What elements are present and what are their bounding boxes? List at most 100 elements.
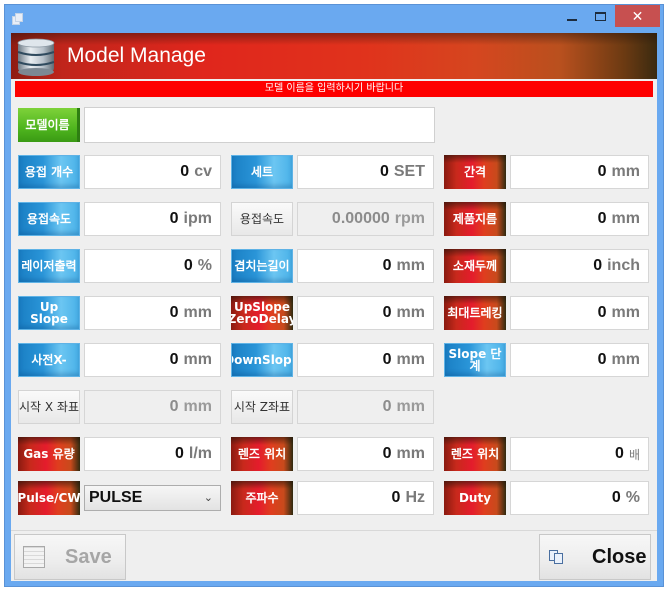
param-field[interactable]: 0 mm xyxy=(84,343,221,377)
param-unit: mm xyxy=(396,351,425,368)
param-field[interactable]: 0 mm xyxy=(297,249,434,283)
param-value: 0 xyxy=(379,163,389,180)
param-value: 0 xyxy=(169,351,179,368)
param-label-text: 시작 X 좌표 xyxy=(19,400,80,414)
param-label[interactable]: 겹치는길이 xyxy=(231,249,293,283)
param-value: 0 xyxy=(597,163,607,180)
param-unit: mm xyxy=(183,398,212,415)
param-field: 0 mm xyxy=(84,390,221,424)
param-label[interactable]: DownSlope xyxy=(231,343,293,377)
param-label[interactable]: 렌즈 위치 xyxy=(444,437,506,471)
window-close-button[interactable]: ✕ xyxy=(615,5,660,27)
param-value: 0 xyxy=(382,445,392,462)
minimize-button[interactable] xyxy=(559,5,585,27)
param-label[interactable]: 간격 xyxy=(444,155,506,189)
param-label[interactable]: 용접속도 xyxy=(18,202,80,236)
param-field[interactable]: 0 ipm xyxy=(84,202,221,236)
param-label-text: 용접속도 xyxy=(26,212,72,226)
param-label[interactable]: 렌즈 위치 xyxy=(231,437,293,471)
param-unit: mm xyxy=(396,257,425,274)
param-label-text: DownSlope xyxy=(232,353,292,367)
duty-field[interactable]: 0 % xyxy=(510,481,649,515)
param-unit: SET xyxy=(393,163,425,180)
param-label[interactable]: 제품지름 xyxy=(444,202,506,236)
frequency-label[interactable]: 주파수 xyxy=(231,481,293,515)
warning-message: 모델 이름을 입력하시기 바랍니다 xyxy=(15,81,653,97)
param-label[interactable]: 사전X- xyxy=(18,343,80,377)
pulse-cw-label[interactable]: Pulse/CW xyxy=(18,481,80,515)
param-unit: mm xyxy=(611,351,640,368)
param-field[interactable]: 0 mm xyxy=(297,296,434,330)
param-field[interactable]: 0 mm xyxy=(510,155,649,189)
chevron-down-icon: ⌄ xyxy=(203,492,213,504)
param-label-text: Slope 단계 xyxy=(448,347,502,373)
param-field[interactable]: 0배 xyxy=(510,437,649,471)
param-value: 0 xyxy=(597,351,607,368)
param-field[interactable]: 0 SET xyxy=(297,155,434,189)
param-value: 0 xyxy=(169,304,179,321)
param-field[interactable]: 0 mm xyxy=(297,437,434,471)
param-unit: l/m xyxy=(188,445,212,462)
param-field[interactable]: 0% xyxy=(84,249,221,283)
param-label[interactable]: 용접 개수 xyxy=(18,155,80,189)
title-bar[interactable]: ✕ xyxy=(5,5,663,33)
database-icon xyxy=(17,38,55,76)
param-field: 0 mm xyxy=(297,390,434,424)
param-label[interactable]: 시작 X 좌표 xyxy=(18,390,80,424)
param-label-text: 소재두께 xyxy=(452,259,498,273)
frequency-field[interactable]: 0 Hz xyxy=(297,481,434,515)
param-unit: inch xyxy=(607,257,640,274)
model-name-label[interactable]: 모델이름 xyxy=(18,108,80,142)
param-label[interactable]: 시작 Z좌표 xyxy=(231,390,293,424)
param-field[interactable]: 0 cv xyxy=(84,155,221,189)
param-field[interactable]: 0 mm xyxy=(510,296,649,330)
maximize-button[interactable] xyxy=(587,5,613,27)
param-unit: mm xyxy=(183,351,212,368)
param-unit: % xyxy=(197,257,212,274)
param-label[interactable]: Gas 유량 xyxy=(18,437,80,471)
param-label-text: Up Slope xyxy=(30,300,68,326)
table-icon xyxy=(23,546,45,568)
param-value: 0 xyxy=(183,257,193,274)
param-field[interactable]: 0 mm xyxy=(510,202,649,236)
param-label[interactable]: 레이저출력 xyxy=(18,249,80,283)
param-value: 0 xyxy=(615,445,624,462)
param-label-text: 사전X- xyxy=(31,353,67,367)
param-label[interactable]: 소재두께 xyxy=(444,249,506,283)
param-label-text: 레이저출력 xyxy=(21,259,77,273)
param-label-text: 간격 xyxy=(463,165,487,179)
app-icon xyxy=(12,13,24,25)
param-field[interactable]: 0 inch xyxy=(510,249,649,283)
frequency-unit: Hz xyxy=(405,489,425,506)
param-value: 0 xyxy=(597,304,607,321)
param-label[interactable]: UpSlope ZeroDelay xyxy=(231,296,293,330)
param-label[interactable]: Slope 단계 xyxy=(444,343,506,377)
duty-value: 0 xyxy=(611,489,621,506)
pulse-cw-select[interactable]: PULSE ⌄ xyxy=(84,485,221,511)
param-label[interactable]: 세트 xyxy=(231,155,293,189)
client-area: Model Manage 모델 이름을 입력하시기 바랍니다 모델이름 Puls… xyxy=(11,33,657,581)
param-field[interactable]: 0 mm xyxy=(84,296,221,330)
param-label-text: UpSlope ZeroDelay xyxy=(231,300,293,326)
param-label[interactable]: 최대트레킹 xyxy=(444,296,506,330)
close-button[interactable]: Close xyxy=(539,534,651,580)
param-label-text: 제품지름 xyxy=(452,212,498,226)
param-field[interactable]: 0 mm xyxy=(510,343,649,377)
model-manage-window: ✕ Model Manage 모델 이름을 입력하시기 바랍니다 모델이름 Pu… xyxy=(4,4,664,587)
param-label[interactable]: 용접속도 xyxy=(231,202,293,236)
duty-label[interactable]: Duty xyxy=(444,481,506,515)
save-button[interactable]: Save xyxy=(14,534,126,580)
param-field[interactable]: 0 l/m xyxy=(84,437,221,471)
param-unit: mm xyxy=(396,398,425,415)
param-unit: ipm xyxy=(183,210,212,227)
param-label-text: 용접속도 xyxy=(239,212,285,226)
param-unit: mm xyxy=(396,445,425,462)
param-label[interactable]: Up Slope xyxy=(18,296,80,330)
model-name-input[interactable] xyxy=(84,107,435,143)
param-label-text: 렌즈 위치 xyxy=(237,447,287,461)
pulse-cw-selected-value: PULSE xyxy=(89,489,143,506)
param-field: 0.00000 rpm xyxy=(297,202,434,236)
param-field[interactable]: 0 mm xyxy=(297,343,434,377)
param-value: 0 xyxy=(597,210,607,227)
param-label-text: 렌즈 위치 xyxy=(450,447,500,461)
